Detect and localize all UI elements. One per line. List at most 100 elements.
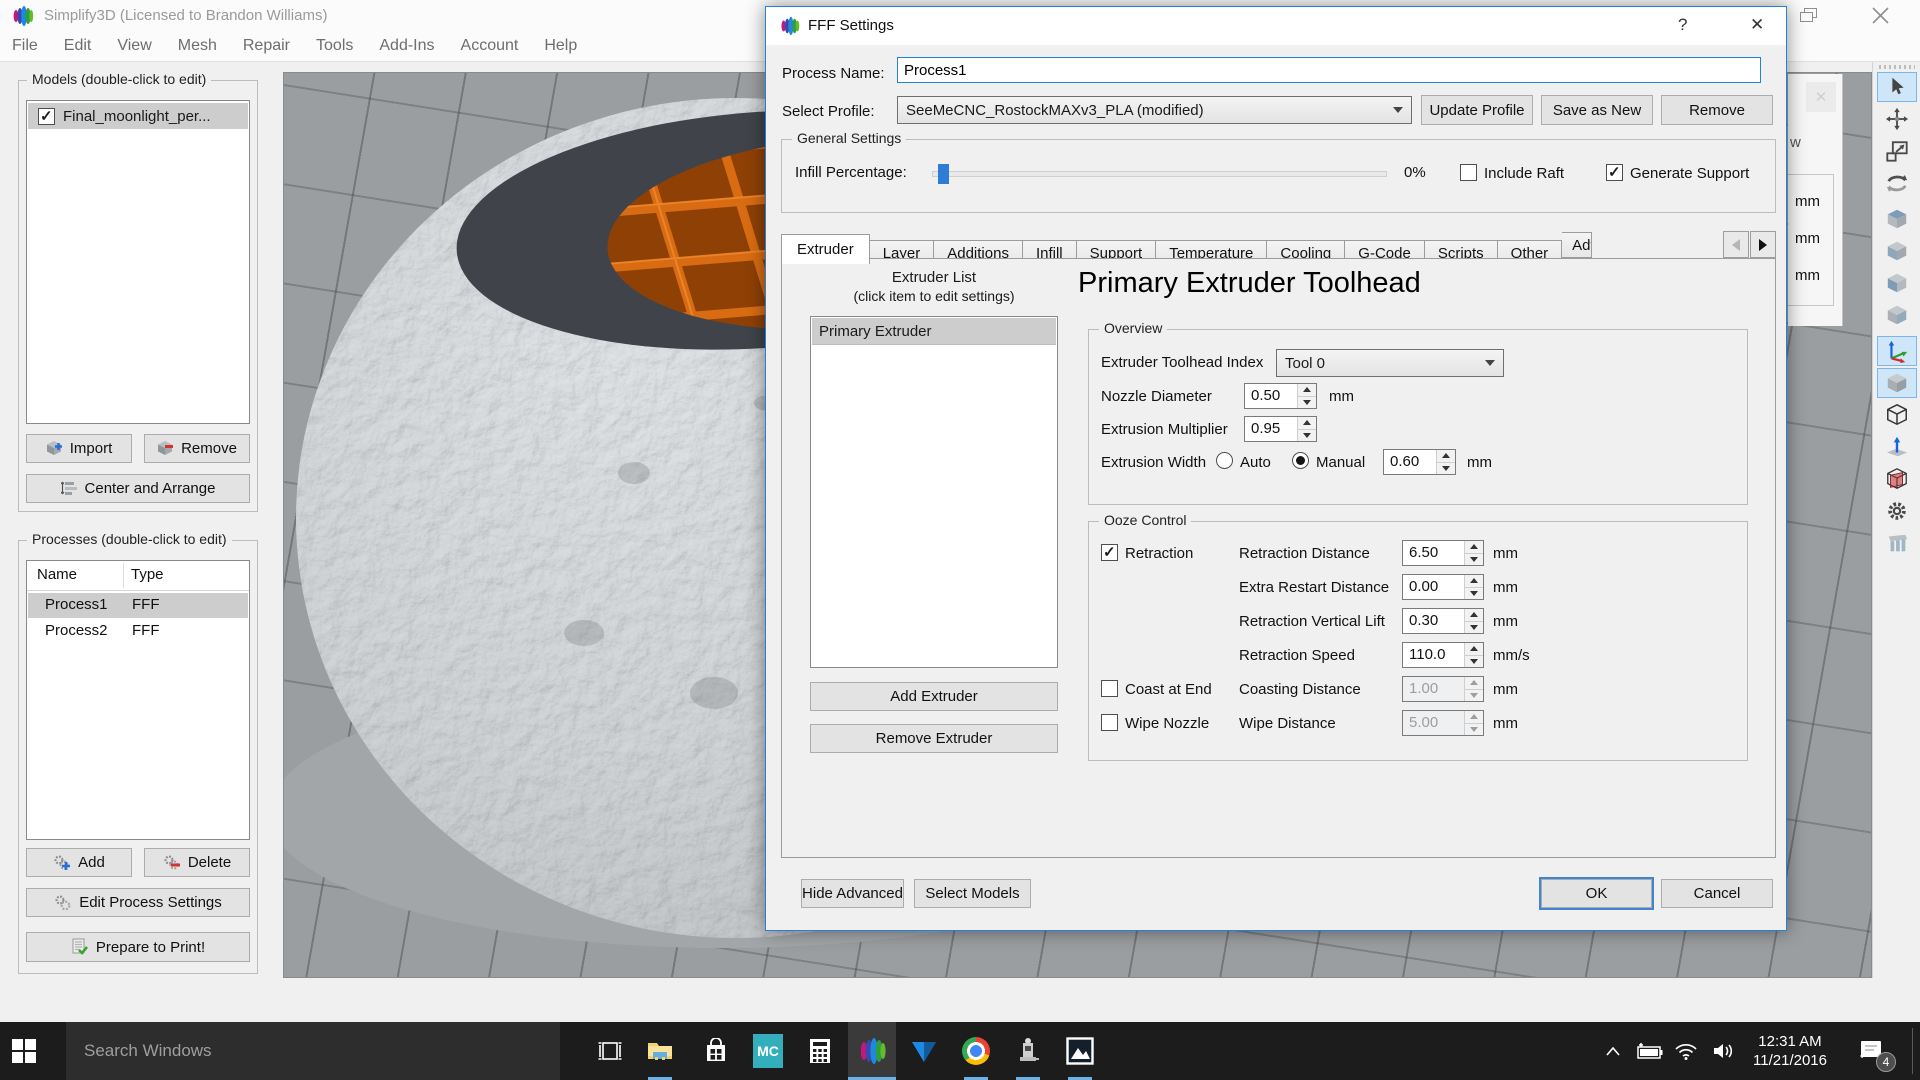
start-button[interactable]	[0, 1022, 48, 1080]
triangle-app-button[interactable]	[900, 1022, 948, 1080]
close-window-icon[interactable]	[1872, 7, 1889, 24]
process-row-1[interactable]: Process1 FFF	[28, 593, 248, 618]
tab-extruder[interactable]: Extruder	[781, 234, 870, 264]
calculator-button[interactable]	[796, 1022, 844, 1080]
taskbar-clock[interactable]: 12:31 AM 11/21/2016	[1742, 1022, 1838, 1080]
tab-advanced[interactable]: Advanced	[1562, 232, 1592, 258]
support-structures-tool[interactable]	[1877, 528, 1917, 558]
cancel-button[interactable]: Cancel	[1661, 879, 1773, 908]
volume-status[interactable]	[1706, 1022, 1742, 1080]
vertical-lift-spinner[interactable]: 0.30	[1402, 608, 1484, 634]
spin-down[interactable]	[1465, 553, 1483, 566]
view-iso-cube[interactable]	[1877, 300, 1917, 330]
tab-scroll-left-button[interactable]	[1723, 231, 1749, 258]
battery-status[interactable]	[1630, 1022, 1668, 1080]
update-profile-button[interactable]: Update Profile	[1421, 95, 1533, 125]
menu-edit[interactable]: Edit	[64, 37, 92, 55]
spin-up[interactable]	[1437, 450, 1455, 462]
spin-down[interactable]	[1298, 429, 1316, 442]
toolhead-index-dropdown[interactable]: Tool 0	[1276, 349, 1504, 377]
wipe-nozzle-checkbox[interactable]	[1101, 714, 1118, 731]
tab-scroll-right-button[interactable]	[1750, 231, 1776, 258]
prepare-to-print-button[interactable]: Prepare to Print!	[26, 932, 250, 962]
infill-slider[interactable]	[932, 171, 1387, 177]
spin-down[interactable]	[1465, 621, 1483, 634]
spin-up[interactable]	[1298, 417, 1316, 429]
spin-down[interactable]	[1298, 396, 1316, 409]
restore-window-icon[interactable]	[1800, 8, 1818, 23]
extrusion-width-spinner[interactable]: 0.60	[1383, 449, 1456, 475]
view-top-cube[interactable]	[1877, 204, 1917, 234]
spin-down[interactable]	[1437, 462, 1455, 475]
mattercontrol-button[interactable]: MC	[744, 1022, 792, 1080]
delete-process-button[interactable]: Delete	[144, 848, 250, 877]
spin-up[interactable]	[1465, 575, 1483, 587]
spin-up[interactable]	[1465, 609, 1483, 621]
retraction-distance-spinner[interactable]: 6.50	[1402, 540, 1484, 566]
remove-extruder-button[interactable]: Remove Extruder	[810, 724, 1058, 753]
add-extruder-button[interactable]: Add Extruder	[810, 682, 1058, 711]
simplify3d-taskbar-button[interactable]	[848, 1022, 896, 1080]
model-list-item[interactable]: Final_moonlight_per...	[28, 103, 248, 129]
chrome-button[interactable]	[952, 1022, 1000, 1080]
menu-mesh[interactable]: Mesh	[178, 37, 217, 55]
edit-process-settings-button[interactable]: Edit Process Settings	[26, 888, 250, 917]
nozzle-diameter-spinner[interactable]: 0.50	[1244, 383, 1317, 409]
surface-normal-tool[interactable]	[1877, 432, 1917, 462]
save-as-new-button[interactable]: Save as New	[1541, 95, 1653, 125]
remove-model-button[interactable]: Remove	[144, 434, 250, 463]
ok-button[interactable]: OK	[1541, 879, 1652, 908]
import-model-button[interactable]: Import	[26, 434, 132, 463]
extrusion-width-manual-radio[interactable]	[1292, 452, 1309, 469]
default-view-cube[interactable]	[1877, 368, 1917, 398]
select-models-button[interactable]: Select Models	[914, 879, 1031, 908]
dialog-help-button[interactable]: ?	[1678, 15, 1687, 35]
scale-tool[interactable]	[1877, 136, 1917, 166]
coast-at-end-checkbox[interactable]	[1101, 680, 1118, 697]
extruder-list-item[interactable]: Primary Extruder	[812, 318, 1056, 345]
select-tool[interactable]	[1877, 72, 1917, 102]
remove-profile-button[interactable]: Remove	[1661, 95, 1773, 125]
include-raft-checkbox[interactable]	[1460, 164, 1477, 181]
cross-section-tool[interactable]	[1877, 464, 1917, 494]
spin-up[interactable]	[1465, 643, 1483, 655]
add-process-button[interactable]: Add	[26, 848, 132, 877]
file-explorer-button[interactable]	[636, 1022, 684, 1080]
process-row-2[interactable]: Process2 FFF	[28, 619, 248, 644]
view-front-cube[interactable]	[1877, 236, 1917, 266]
dialog-titlebar[interactable]: FFF Settings ? ✕	[766, 7, 1786, 45]
spin-down[interactable]	[1465, 655, 1483, 668]
tray-chevron-button[interactable]	[1596, 1022, 1630, 1080]
wifi-status[interactable]	[1668, 1022, 1704, 1080]
wireframe-view-tool[interactable]	[1877, 400, 1917, 430]
profile-dropdown[interactable]: SeeMeCNC_RostockMAXv3_PLA (modified)	[897, 96, 1412, 124]
menu-file[interactable]: File	[12, 37, 38, 55]
center-arrange-button[interactable]: Center and Arrange	[26, 474, 250, 503]
occluded-close-icon[interactable]: ✕	[1806, 82, 1836, 112]
extra-restart-spinner[interactable]: 0.00	[1402, 574, 1484, 600]
view-side-cube[interactable]	[1877, 268, 1917, 298]
photos-button[interactable]	[1056, 1022, 1104, 1080]
dialog-close-button[interactable]: ✕	[1750, 15, 1764, 35]
notification-center-button[interactable]: 4	[1846, 1022, 1898, 1080]
rotate-tool[interactable]	[1877, 168, 1917, 198]
spin-down[interactable]	[1465, 587, 1483, 600]
move-tool[interactable]	[1877, 104, 1917, 134]
menu-account[interactable]: Account	[461, 37, 519, 55]
infill-slider-handle[interactable]	[938, 164, 949, 184]
toolbar-drag-handle[interactable]	[1879, 65, 1915, 69]
task-view-button[interactable]	[586, 1022, 634, 1080]
settings-gear-tool[interactable]	[1877, 496, 1917, 526]
menu-repair[interactable]: Repair	[243, 37, 290, 55]
retraction-speed-spinner[interactable]: 110.0	[1402, 642, 1484, 668]
taskbar-search-input[interactable]: Search Windows	[66, 1022, 560, 1080]
menu-tools[interactable]: Tools	[316, 37, 353, 55]
generate-support-checkbox[interactable]	[1606, 164, 1623, 181]
menu-view[interactable]: View	[117, 37, 151, 55]
coordinate-axes-tool[interactable]	[1877, 336, 1917, 366]
retraction-checkbox[interactable]	[1101, 544, 1118, 561]
show-desktop-divider[interactable]	[1912, 1028, 1913, 1074]
menu-help[interactable]: Help	[544, 37, 577, 55]
store-button[interactable]	[692, 1022, 740, 1080]
hide-advanced-button[interactable]: Hide Advanced	[801, 879, 904, 908]
